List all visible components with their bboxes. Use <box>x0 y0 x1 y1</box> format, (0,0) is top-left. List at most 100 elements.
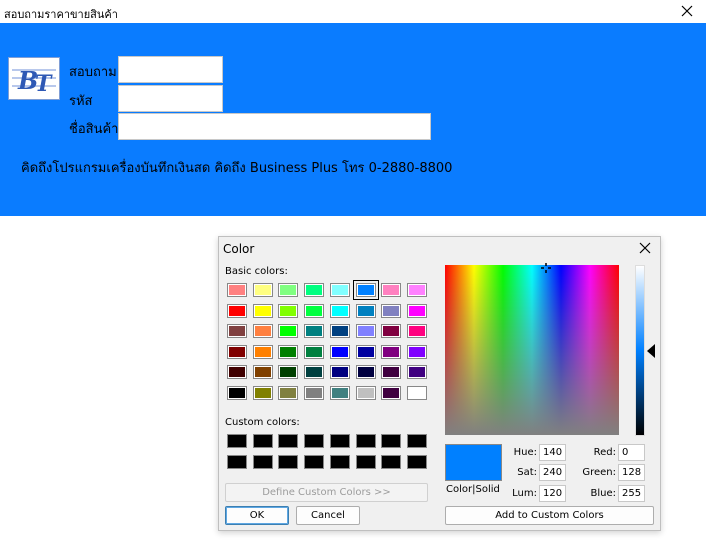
custom-color-swatch[interactable] <box>278 455 299 469</box>
lum-input[interactable]: 120 <box>539 485 566 502</box>
code-label: รหัส <box>69 94 93 109</box>
red-label: Red: <box>593 447 616 458</box>
basic-color-swatch[interactable] <box>329 385 350 400</box>
bt-logo-icon: B T <box>10 60 58 97</box>
dialog-close-button[interactable] <box>637 240 653 256</box>
custom-color-swatch[interactable] <box>406 455 427 469</box>
red-input[interactable]: 0 <box>618 444 645 461</box>
basic-color-swatch[interactable] <box>329 283 350 297</box>
close-button[interactable] <box>678 2 696 20</box>
basic-color-swatch[interactable] <box>304 324 325 338</box>
luminance-slider[interactable] <box>635 265 645 436</box>
basic-color-swatch[interactable] <box>381 344 402 359</box>
basic-color-swatch[interactable] <box>304 344 325 359</box>
green-input[interactable]: 128 <box>618 464 645 481</box>
basic-color-swatch[interactable] <box>329 365 350 379</box>
ok-button[interactable]: OK <box>225 506 289 525</box>
custom-color-swatch[interactable] <box>304 455 325 469</box>
basic-color-swatch[interactable] <box>355 324 376 338</box>
basic-color-swatch[interactable] <box>381 365 402 379</box>
custom-color-swatch[interactable] <box>278 434 299 448</box>
custom-colors-label: Custom colors: <box>225 417 300 428</box>
promo-text: คิดถึงโปรแกรมเครื่องบันทึกเงินสด คิดถึง … <box>21 161 453 176</box>
basic-color-swatch[interactable] <box>381 324 402 338</box>
basic-color-swatch[interactable] <box>355 365 376 379</box>
custom-color-swatch[interactable] <box>252 455 273 469</box>
basic-color-swatch[interactable] <box>406 303 427 318</box>
sat-input[interactable]: 240 <box>539 464 566 481</box>
custom-color-swatch[interactable] <box>381 455 402 469</box>
basic-color-swatch[interactable] <box>227 324 247 338</box>
close-icon <box>681 5 693 17</box>
basic-color-swatch[interactable] <box>278 344 299 359</box>
dialog-title: Color <box>223 242 255 256</box>
blue-input[interactable]: 255 <box>618 485 645 502</box>
lum-label: Lum: <box>512 488 537 499</box>
basic-color-swatch[interactable] <box>329 303 350 318</box>
custom-color-swatch[interactable] <box>355 434 376 448</box>
basic-color-swatch[interactable] <box>381 283 402 297</box>
green-label: Green: <box>582 467 616 478</box>
main-window: สอบถามราคาขายสินค้า B T สอบถาม รหัส ชื่อ… <box>0 0 706 216</box>
product-name-input[interactable] <box>118 113 431 140</box>
crosshair-icon <box>541 263 551 273</box>
custom-color-swatch[interactable] <box>304 434 325 448</box>
color-dialog: Color Basic colors: Custom colors: Defin… <box>218 236 661 531</box>
basic-color-swatch[interactable] <box>227 385 247 400</box>
basic-color-swatch[interactable] <box>304 303 325 318</box>
custom-color-swatch[interactable] <box>355 455 376 469</box>
basic-color-swatch[interactable] <box>278 365 299 379</box>
basic-color-swatch[interactable] <box>406 324 427 338</box>
basic-color-swatch[interactable] <box>227 365 247 379</box>
basic-color-swatch[interactable] <box>278 303 299 318</box>
define-custom-colors-button[interactable]: Define Custom Colors >> <box>225 483 428 502</box>
color-preview <box>445 444 502 481</box>
basic-color-swatch[interactable] <box>381 385 402 400</box>
basic-color-swatch[interactable] <box>278 385 299 400</box>
custom-color-swatch[interactable] <box>406 434 427 448</box>
basic-color-swatch[interactable] <box>406 385 427 400</box>
custom-color-swatch[interactable] <box>227 434 247 448</box>
custom-color-swatch[interactable] <box>329 434 350 448</box>
title-bar: สอบถามราคาขายสินค้า <box>0 0 706 23</box>
company-logo: B T <box>8 57 60 100</box>
custom-color-swatch[interactable] <box>381 434 402 448</box>
basic-color-swatch[interactable] <box>252 344 273 359</box>
basic-color-swatch[interactable] <box>304 365 325 379</box>
basic-color-swatch[interactable] <box>304 385 325 400</box>
query-input[interactable] <box>118 56 223 83</box>
basic-color-swatch[interactable] <box>352 280 379 300</box>
add-to-custom-colors-button[interactable]: Add to Custom Colors <box>445 506 654 525</box>
color-spectrum[interactable] <box>445 265 619 435</box>
basic-color-swatch[interactable] <box>227 344 247 359</box>
hue-label: Hue: <box>513 447 537 458</box>
custom-color-swatch[interactable] <box>227 455 247 469</box>
custom-color-swatch[interactable] <box>252 434 273 448</box>
basic-color-swatch[interactable] <box>355 385 376 400</box>
basic-color-swatch[interactable] <box>252 303 273 318</box>
basic-color-swatch[interactable] <box>227 303 247 318</box>
basic-color-swatch[interactable] <box>329 324 350 338</box>
custom-color-swatch[interactable] <box>329 455 350 469</box>
query-label: สอบถาม <box>69 65 117 80</box>
basic-color-swatch[interactable] <box>252 283 273 297</box>
hue-input[interactable]: 140 <box>539 444 566 461</box>
basic-color-swatch[interactable] <box>329 344 350 359</box>
basic-color-swatch[interactable] <box>227 283 247 297</box>
basic-color-swatch[interactable] <box>381 303 402 318</box>
close-icon <box>639 242 651 254</box>
cancel-button[interactable]: Cancel <box>296 506 360 525</box>
luminance-arrow-icon[interactable] <box>647 344 655 358</box>
basic-color-swatch[interactable] <box>252 385 273 400</box>
basic-color-swatch[interactable] <box>406 283 427 297</box>
basic-color-swatch[interactable] <box>278 324 299 338</box>
basic-color-swatch[interactable] <box>304 283 325 297</box>
basic-color-swatch[interactable] <box>355 303 376 318</box>
basic-color-swatch[interactable] <box>252 324 273 338</box>
basic-color-swatch[interactable] <box>252 365 273 379</box>
basic-color-swatch[interactable] <box>406 365 427 379</box>
basic-color-swatch[interactable] <box>278 283 299 297</box>
basic-color-swatch[interactable] <box>406 344 427 359</box>
basic-color-swatch[interactable] <box>355 344 376 359</box>
code-input[interactable] <box>118 85 223 112</box>
